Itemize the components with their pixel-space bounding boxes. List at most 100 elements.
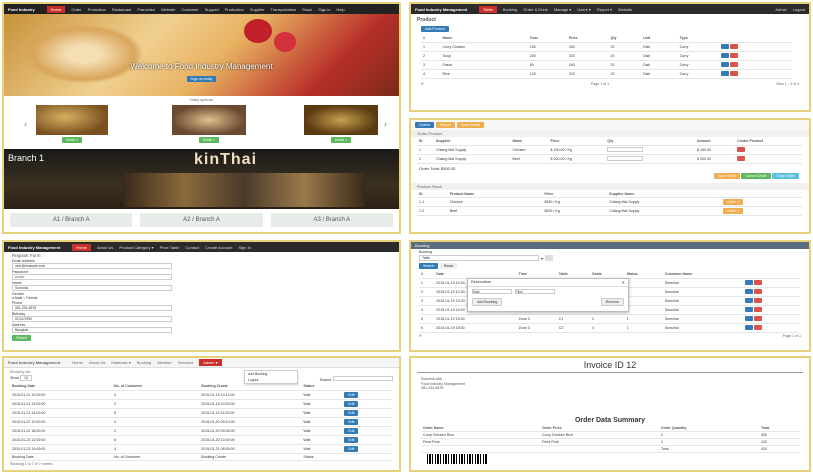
delete-icon[interactable]: [754, 306, 762, 312]
edit-button[interactable]: Edit: [344, 391, 359, 398]
nav-item-help[interactable]: Help: [336, 7, 344, 12]
dialog-date-select[interactable]: Date: [472, 289, 512, 294]
branch-box-a2[interactable]: A2 / Branch A: [140, 213, 263, 227]
nav-item-manage[interactable]: Manage ▾: [554, 7, 572, 12]
nav-item-restaurant[interactable]: Restaurant: [112, 7, 132, 12]
nav-item-signin[interactable]: Sign In: [238, 245, 250, 250]
qty-input[interactable]: [607, 146, 644, 152]
col-customers[interactable]: No. of Customer: [112, 383, 200, 391]
qty-input[interactable]: [607, 155, 644, 161]
delete-icon[interactable]: [730, 61, 739, 67]
save-order-button[interactable]: Save Order: [713, 172, 741, 179]
dropdown-logout[interactable]: Logout: [245, 377, 297, 383]
delete-icon[interactable]: [730, 70, 739, 76]
edit-button[interactable]: Edit: [344, 436, 359, 443]
nav-item-materials[interactable]: Materials ▾: [111, 360, 130, 365]
branch-box-a3[interactable]: A3 / Branch A: [270, 213, 393, 227]
edit-icon[interactable]: [721, 43, 730, 49]
nav-logout[interactable]: Logout: [793, 7, 805, 12]
edit-icon[interactable]: [745, 288, 753, 294]
delete-icon[interactable]: [737, 155, 746, 161]
nav-item-stock[interactable]: Stock: [302, 7, 312, 12]
edit-button[interactable]: Edit: [344, 445, 359, 452]
phone-field[interactable]: 081-234-5678: [12, 305, 172, 311]
col-status[interactable]: Status: [301, 383, 343, 391]
delete-icon[interactable]: [730, 43, 739, 49]
nav-brand[interactable]: Food Industry: [8, 7, 35, 12]
address-field[interactable]: Bangkok: [12, 327, 172, 333]
nav-item-contact[interactable]: Contact: [185, 245, 199, 250]
edit-icon[interactable]: [745, 315, 753, 321]
nav-item-create-account[interactable]: Create Account: [205, 245, 232, 250]
nav-item-services[interactable]: Services: [178, 360, 193, 365]
nav-item-support[interactable]: Support: [205, 7, 219, 12]
search-icon[interactable]: [545, 255, 554, 261]
nav-item-member[interactable]: Member: [157, 360, 172, 365]
refresh-icon[interactable]: ⟳: [419, 334, 422, 338]
edit-button[interactable]: Edit: [344, 400, 359, 407]
order-stock-button[interactable]: Order »: [723, 199, 744, 205]
nav-item-home[interactable]: Home: [72, 243, 91, 251]
nav-brand[interactable]: Food Industry Management: [415, 7, 467, 12]
search-button[interactable]: Search: [419, 263, 439, 269]
edit-icon[interactable]: [745, 324, 753, 330]
nav-item-website[interactable]: Website: [161, 7, 175, 12]
nav-item-promotion[interactable]: Promotion: [88, 7, 106, 12]
chevron-right-icon[interactable]: ›: [384, 119, 387, 130]
nav-item-booking[interactable]: Booking: [137, 360, 151, 365]
chevron-down-icon[interactable]: ▾: [541, 256, 543, 261]
close-icon[interactable]: ✕: [622, 280, 625, 285]
edit-icon[interactable]: [745, 306, 753, 312]
dish-detail-button-2[interactable]: Detail »: [198, 137, 220, 143]
hero-signup-button[interactable]: Sign up today: [186, 76, 217, 82]
remove-button[interactable]: Remove: [600, 298, 624, 306]
nav-item-home[interactable]: Home: [46, 5, 66, 13]
add-product-button[interactable]: Add Product: [421, 26, 449, 32]
nav-item-table[interactable]: Table: [479, 5, 497, 13]
email-field[interactable]: user@example.com: [12, 263, 172, 269]
nav-item-admin[interactable]: Admin ▾: [199, 359, 222, 366]
tab-orders[interactable]: Orders: [415, 122, 434, 128]
edit-icon[interactable]: [721, 61, 730, 67]
nav-item-about[interactable]: About Us: [89, 360, 105, 365]
clear-order-button[interactable]: Clear Order: [772, 172, 799, 179]
col-booking-date[interactable]: Booking Date: [10, 383, 113, 391]
nav-item-home[interactable]: Home: [72, 360, 83, 365]
col-booking-create[interactable]: Booking Create: [199, 383, 302, 391]
nav-item-category[interactable]: Product Category ▾: [119, 245, 153, 250]
nav-item-report[interactable]: Report ▾: [597, 7, 612, 12]
edit-button[interactable]: Edit: [344, 418, 359, 425]
nav-item-signin[interactable]: Sign in: [318, 7, 330, 12]
reset-button[interactable]: Reset: [439, 263, 458, 269]
tab-order-detail[interactable]: Order Detail: [456, 122, 485, 128]
chevron-left-icon[interactable]: ‹: [24, 119, 27, 130]
delete-icon[interactable]: [754, 279, 762, 285]
nav-item-order-drink[interactable]: Order & Drink: [523, 7, 547, 12]
nav-item-supplier[interactable]: Supplier: [250, 7, 265, 12]
submit-button[interactable]: Submit: [12, 335, 32, 341]
cancel-order-button[interactable]: Cancel Order: [741, 172, 771, 179]
nav-brand[interactable]: Food Industry Management: [8, 360, 60, 365]
delete-icon[interactable]: [754, 315, 762, 321]
edit-icon[interactable]: [745, 279, 753, 285]
nav-brand[interactable]: Food Industry Management: [8, 245, 60, 250]
gender-radio[interactable]: ● Male ○ Female: [12, 296, 391, 300]
refresh-icon[interactable]: ⟳: [421, 82, 424, 86]
nav-item-production[interactable]: Production: [225, 7, 244, 12]
edit-icon[interactable]: [721, 70, 730, 76]
dish-detail-button-1[interactable]: Detail »: [61, 137, 83, 143]
delete-icon[interactable]: [737, 146, 746, 152]
nav-item-price[interactable]: Price Table: [160, 245, 180, 250]
delete-icon[interactable]: [730, 52, 739, 58]
nav-item-franchise[interactable]: Franchise: [137, 7, 155, 12]
search-input[interactable]: [333, 376, 393, 381]
edit-icon[interactable]: [745, 297, 753, 303]
add-booking-button[interactable]: Add Booking: [472, 298, 503, 306]
birthday-field[interactable]: 01/01/1990: [12, 316, 172, 322]
order-stock-button[interactable]: Order »: [723, 208, 744, 214]
nav-item-transportation[interactable]: Transportation: [271, 7, 297, 12]
branch-box-a1[interactable]: A1 / Branch A: [10, 213, 133, 227]
tab-report[interactable]: Report: [435, 122, 455, 128]
nav-item-customer[interactable]: Customer: [181, 7, 198, 12]
nav-item-booking[interactable]: Booking: [503, 7, 517, 12]
